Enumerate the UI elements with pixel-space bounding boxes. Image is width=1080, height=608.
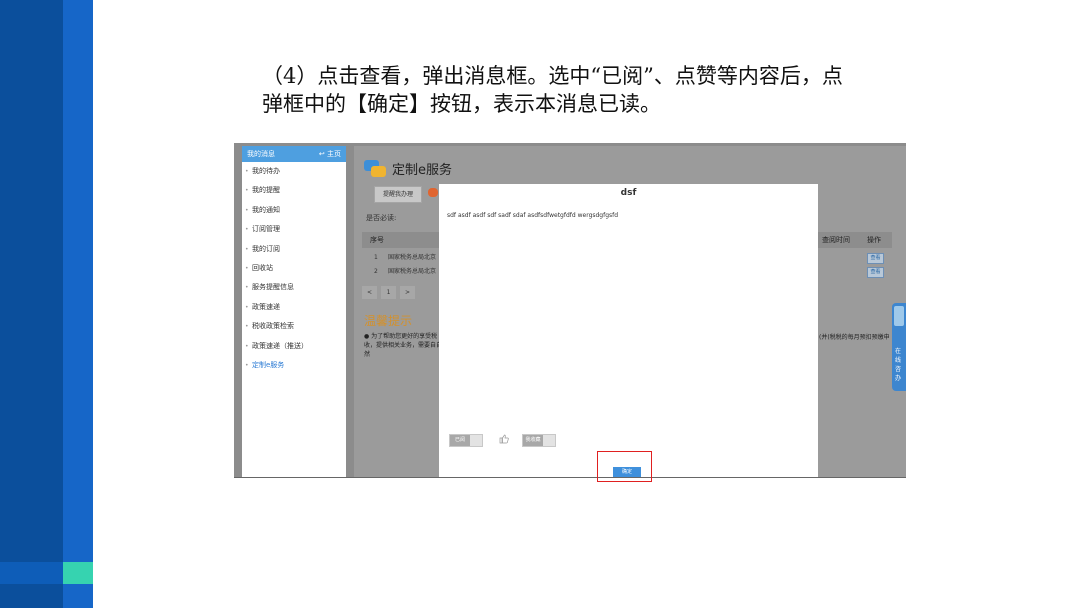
- read-toggle[interactable]: 已阅: [449, 434, 483, 447]
- favorite-toggle[interactable]: 我收藏: [522, 434, 556, 447]
- instruction-line-2: 弹框中的【确定】按钮，表示本消息已读。: [262, 92, 661, 116]
- embedded-screenshot: 我的消息 ↩ 主页 我的待办 我的提醒 我的通知 订阅管理 我的订阅 回收站 服…: [234, 143, 906, 477]
- instruction-line-1: （4）点击查看，弹出消息框。选中“已阅”、点赞等内容后，点: [262, 64, 843, 88]
- view-button[interactable]: 查看: [867, 267, 884, 278]
- screenshot-bottom-border: [234, 477, 906, 478]
- sidebar-item-my-subscriptions[interactable]: 我的订阅: [242, 240, 346, 260]
- filter-label: 是否必读:: [366, 214, 397, 222]
- sidebar: 我的消息 ↩ 主页 我的待办 我的提醒 我的通知 订阅管理 我的订阅 回收站 服…: [242, 146, 346, 477]
- sidebar-item-reminders[interactable]: 我的提醒: [242, 181, 346, 201]
- confirm-highlight-box: [597, 451, 652, 482]
- column-view-time: 查阅时间: [822, 236, 850, 244]
- slide-band-bottom: [0, 562, 63, 584]
- sidebar-title: 我的消息: [247, 150, 275, 158]
- online-consult-tab[interactable]: 在线咨办: [892, 303, 906, 391]
- instruction-text: （4）点击查看，弹出消息框。选中“已阅”、点赞等内容后，点 弹框中的【确定】按钮…: [262, 62, 902, 118]
- page-title: 定制e服务: [364, 159, 452, 178]
- tips-text-right: (并(税税的每月预扣预缴申: [819, 334, 890, 341]
- back-arrow-icon: ↩: [318, 150, 325, 158]
- agent-avatar-icon: [894, 306, 904, 326]
- home-link[interactable]: ↩ 主页: [319, 146, 341, 162]
- slide-left-band: [0, 0, 63, 608]
- pagination: < 1 >: [362, 286, 415, 299]
- view-button[interactable]: 查看: [867, 253, 884, 264]
- tips-text: ● 为了帮助您更好的享受税收，提供相关业务，需要自自然: [364, 333, 443, 358]
- prev-page-button[interactable]: <: [362, 286, 377, 299]
- sidebar-header: 我的消息 ↩ 主页: [242, 146, 346, 162]
- online-consult-label: 在线咨办: [895, 348, 902, 382]
- dialog-title: dsf: [620, 188, 637, 198]
- column-index: 序号: [370, 236, 384, 244]
- page-number[interactable]: 1: [381, 286, 396, 299]
- next-page-button[interactable]: >: [400, 286, 415, 299]
- count-badge: [428, 188, 438, 197]
- sidebar-item-notifications[interactable]: 我的通知: [242, 201, 346, 221]
- dialog-content: sdf asdf asdf sdf sadf sdaf asdfsdfwetgf…: [447, 212, 619, 219]
- thumbs-up-icon[interactable]: [499, 434, 509, 444]
- slide-left-band-light: [63, 0, 93, 608]
- slide-band-teal: [63, 562, 93, 584]
- sidebar-item-custom-service[interactable]: 定制e服务: [242, 356, 346, 376]
- sidebar-item-service-reminders[interactable]: 服务提醒信息: [242, 278, 346, 298]
- chat-bubble-icon: [364, 159, 386, 178]
- message-dialog: dsf sdf asdf asdf sdf sadf sdaf asdfsdfw…: [439, 184, 818, 477]
- sidebar-item-recycle-bin[interactable]: 回收站: [242, 259, 346, 279]
- sidebar-item-subscription-mgmt[interactable]: 订阅管理: [242, 220, 346, 240]
- sidebar-item-todo[interactable]: 我的待办: [242, 162, 346, 182]
- tips-title: 温馨提示: [364, 314, 413, 328]
- tab-remind-me[interactable]: 提醒我办理: [374, 186, 422, 203]
- page-title-text: 定制e服务: [392, 163, 452, 178]
- sidebar-item-policy-push[interactable]: 政策速递（推送）: [242, 337, 346, 357]
- sidebar-item-policy-express[interactable]: 政策速递: [242, 298, 346, 318]
- sidebar-item-policy-search[interactable]: 税收政策检索: [242, 317, 346, 337]
- column-action: 操作: [867, 236, 881, 244]
